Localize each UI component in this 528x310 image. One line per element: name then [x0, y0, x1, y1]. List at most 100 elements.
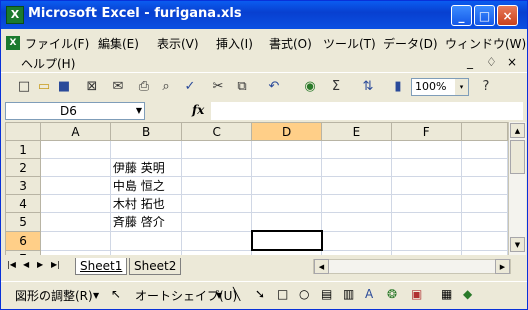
- cell-c5[interactable]: [181, 212, 253, 232]
- cell-a2[interactable]: [40, 158, 111, 177]
- cell-a6[interactable]: [40, 230, 111, 251]
- menu-window[interactable]: ウィンドウ(W): [445, 35, 526, 52]
- cell-c1[interactable]: [181, 140, 253, 159]
- vertical-scrollbar[interactable]: ▲ ▼: [508, 122, 526, 255]
- email-icon[interactable]: ✉: [109, 78, 127, 96]
- cell-e2[interactable]: [321, 158, 392, 177]
- prev-sheet-button[interactable]: ◀: [23, 260, 29, 269]
- cell-f4[interactable]: [390, 194, 462, 213]
- cell-g3[interactable]: [460, 176, 508, 195]
- row-header-4[interactable]: 4: [5, 194, 42, 213]
- menu-view[interactable]: 表示(V): [157, 35, 199, 52]
- cell-d1[interactable]: [251, 140, 322, 159]
- column-header-d[interactable]: D: [251, 122, 322, 141]
- scroll-left-button[interactable]: ◀: [314, 259, 329, 274]
- draw-adjust-menu[interactable]: 図形の調整(R): [15, 287, 93, 304]
- scroll-thumb[interactable]: [510, 140, 525, 174]
- cell-c7[interactable]: [181, 249, 253, 255]
- scroll-right-button[interactable]: ▶: [495, 259, 510, 274]
- sort-ascending-icon[interactable]: ⇅: [359, 78, 377, 96]
- scroll-down-button[interactable]: ▼: [510, 237, 525, 252]
- cell-a7[interactable]: [40, 249, 111, 255]
- sheet-tab-sheet1[interactable]: Sheet1: [75, 258, 128, 275]
- last-sheet-button[interactable]: ▶|: [51, 260, 60, 269]
- cell-a3[interactable]: [40, 176, 111, 195]
- column-header-overflow[interactable]: [460, 122, 508, 141]
- cell-e7[interactable]: [321, 249, 392, 255]
- maximize-button[interactable]: □: [474, 5, 495, 26]
- column-header-e[interactable]: E: [321, 122, 392, 141]
- menu-format[interactable]: 書式(O): [269, 35, 312, 52]
- document-icon[interactable]: X: [6, 36, 20, 50]
- cell-e3[interactable]: [321, 176, 392, 195]
- cell-b3[interactable]: 中島 恒之: [109, 176, 183, 195]
- row-header-3[interactable]: 3: [5, 176, 42, 195]
- cell-e4[interactable]: [321, 194, 392, 213]
- chart-wizard-icon[interactable]: ▮: [389, 78, 407, 96]
- chevron-down-icon[interactable]: ▼: [136, 103, 142, 119]
- doc-minimize-button[interactable]: _: [467, 55, 473, 69]
- worksheet-grid[interactable]: ABCDEF 12 伊藤 英明 3 中島 恒之 4 木村 拓也 5 斉藤 啓介 67: [5, 122, 508, 255]
- fill-color-icon[interactable]: ◆: [463, 287, 472, 301]
- cell-d5[interactable]: [251, 212, 322, 232]
- column-header-f[interactable]: F: [390, 122, 462, 141]
- cell-a4[interactable]: [40, 194, 111, 213]
- rectangle-icon[interactable]: □: [277, 287, 288, 301]
- cell-c6[interactable]: [181, 230, 253, 251]
- cell-e6[interactable]: [321, 230, 392, 251]
- cell-g7[interactable]: [460, 249, 508, 255]
- cell-d2[interactable]: [251, 158, 322, 177]
- cell-c3[interactable]: [181, 176, 253, 195]
- menu-tools[interactable]: ツール(T): [323, 35, 376, 52]
- picture-icon[interactable]: ▦: [441, 287, 452, 301]
- cell-e5[interactable]: [321, 212, 392, 232]
- menu-help[interactable]: ヘルプ(H): [21, 55, 75, 72]
- cell-d4[interactable]: [251, 194, 322, 213]
- chevron-down-icon[interactable]: ▼: [93, 291, 99, 300]
- cell-f7[interactable]: [390, 249, 462, 255]
- insert-function-icon[interactable]: fx: [192, 103, 204, 117]
- column-header-c[interactable]: C: [181, 122, 253, 141]
- undo-icon[interactable]: ↶: [265, 78, 283, 96]
- cell-f5[interactable]: [390, 212, 462, 232]
- vertical-textbox-icon[interactable]: ▥: [343, 287, 354, 301]
- menu-data[interactable]: データ(D): [383, 35, 438, 52]
- row-header-5[interactable]: 5: [5, 212, 42, 232]
- cell-g6[interactable]: [460, 230, 508, 251]
- cell-a5[interactable]: [40, 212, 111, 232]
- cell-g2[interactable]: [460, 158, 508, 177]
- cell-f2[interactable]: [390, 158, 462, 177]
- print-icon[interactable]: ⎙: [135, 78, 153, 96]
- open-icon[interactable]: ▭: [35, 78, 53, 96]
- cell-b5[interactable]: 斉藤 啓介: [109, 212, 183, 232]
- cell-d6[interactable]: [250, 230, 323, 251]
- arrow-icon[interactable]: ➘: [255, 287, 265, 301]
- hyperlink-icon[interactable]: ◉: [301, 78, 319, 96]
- copy-icon[interactable]: ⧉: [233, 78, 251, 96]
- clipart-icon[interactable]: ▣: [411, 287, 422, 301]
- doc-restore-button[interactable]: ♢: [486, 55, 497, 69]
- cell-b4[interactable]: 木村 拓也: [109, 194, 183, 213]
- cell-f1[interactable]: [390, 140, 462, 159]
- wordart-icon[interactable]: A: [365, 287, 373, 301]
- cell-c4[interactable]: [181, 194, 253, 213]
- cell-b6[interactable]: [109, 230, 183, 251]
- spelling-icon[interactable]: ✓: [181, 78, 199, 96]
- cell-e1[interactable]: [321, 140, 392, 159]
- save-icon[interactable]: ■: [55, 78, 73, 96]
- cell-g1[interactable]: [460, 140, 508, 159]
- cell-a1[interactable]: [40, 140, 111, 159]
- name-box[interactable]: D6 ▼: [5, 102, 145, 120]
- title-bar[interactable]: X Microsoft Excel - furigana.xls _ □ ×: [1, 1, 527, 29]
- chevron-down-icon[interactable]: ▼: [216, 291, 222, 300]
- doc-close-button[interactable]: ×: [507, 55, 517, 69]
- cell-g5[interactable]: [460, 212, 508, 232]
- menu-file[interactable]: ファイル(F): [25, 35, 89, 52]
- cell-d7[interactable]: [251, 249, 322, 255]
- row-header-6[interactable]: 6: [5, 230, 42, 251]
- chevron-down-icon[interactable]: ▾: [455, 79, 468, 95]
- zoom-select[interactable]: 100% ▾: [411, 78, 469, 96]
- line-icon[interactable]: ╲: [233, 287, 240, 301]
- cell-f6[interactable]: [390, 230, 462, 251]
- excel-app-icon[interactable]: X: [6, 6, 24, 24]
